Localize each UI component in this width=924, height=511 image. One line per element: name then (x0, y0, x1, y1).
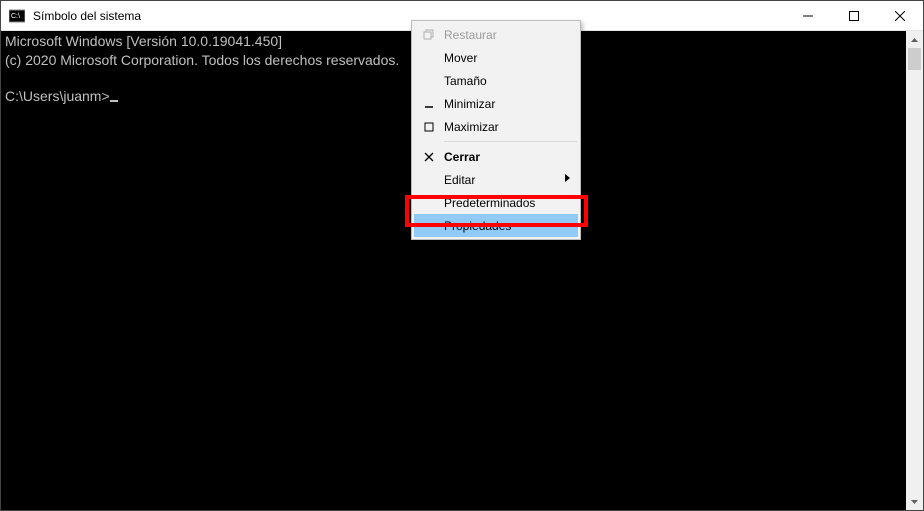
scroll-thumb[interactable] (908, 48, 921, 70)
menu-separator (444, 141, 577, 142)
menu-label: Editar (444, 173, 475, 187)
submenu-arrow-icon (565, 174, 570, 185)
svg-text:C:\: C:\ (11, 13, 20, 20)
menu-item-maximize[interactable]: Maximizar (414, 115, 578, 138)
menu-label: Cerrar (444, 150, 480, 164)
maximize-icon (420, 121, 438, 133)
vertical-scrollbar[interactable] (906, 31, 923, 510)
minimize-icon (420, 98, 438, 110)
maximize-button[interactable] (831, 1, 877, 30)
command-prompt-window: C:\ Símbolo del sistema Microsoft Window… (0, 0, 924, 511)
menu-item-move[interactable]: Mover (414, 46, 578, 69)
menu-label: Restaurar (444, 28, 497, 42)
system-context-menu: Restaurar Mover Tamaño Minimizar Maximiz… (411, 20, 581, 240)
console-line: Microsoft Windows [Versión 10.0.19041.45… (5, 33, 282, 49)
close-icon (420, 152, 438, 162)
menu-item-edit[interactable]: Editar (414, 168, 578, 191)
menu-label: Mover (444, 51, 477, 65)
restore-icon (420, 29, 438, 41)
menu-item-close[interactable]: Cerrar (414, 145, 578, 168)
menu-item-size[interactable]: Tamaño (414, 69, 578, 92)
scroll-down-button[interactable] (906, 493, 923, 510)
menu-item-minimize[interactable]: Minimizar (414, 92, 578, 115)
menu-label: Tamaño (444, 74, 487, 88)
menu-item-defaults[interactable]: Predeterminados (414, 191, 578, 214)
menu-label: Predeterminados (444, 196, 535, 210)
text-cursor (110, 100, 118, 102)
scroll-track[interactable] (906, 48, 923, 493)
menu-item-restore: Restaurar (414, 23, 578, 46)
scroll-up-button[interactable] (906, 31, 923, 48)
close-button[interactable] (877, 1, 923, 30)
app-icon: C:\ (9, 8, 25, 24)
window-title: Símbolo del sistema (31, 9, 785, 23)
menu-label: Propiedades (444, 219, 511, 233)
menu-item-properties[interactable]: Propiedades (414, 214, 578, 237)
minimize-button[interactable] (785, 1, 831, 30)
console-line: (c) 2020 Microsoft Corporation. Todos lo… (5, 52, 399, 68)
menu-label: Maximizar (444, 120, 499, 134)
console-prompt: C:\Users\juanm> (5, 88, 110, 104)
window-controls (785, 1, 923, 30)
menu-label: Minimizar (444, 97, 495, 111)
